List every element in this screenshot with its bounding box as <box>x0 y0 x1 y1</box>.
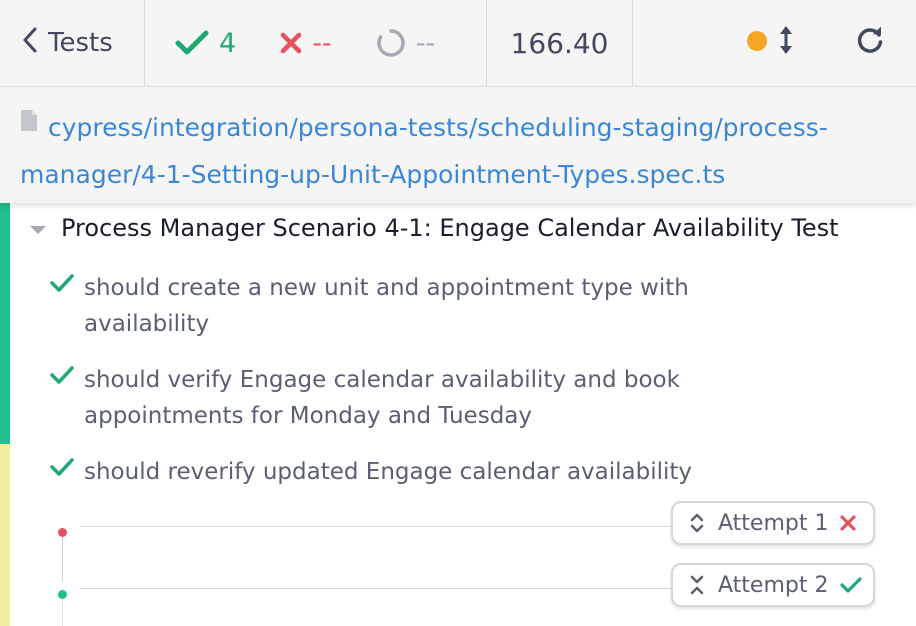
timeline-dot-passed <box>58 590 67 599</box>
attempt-label: Attempt 2 <box>718 572 829 598</box>
timeline-line <box>80 588 672 589</box>
timeline-line <box>80 526 672 527</box>
failed-count: -- <box>312 27 332 59</box>
reload-icon[interactable] <box>855 25 885 59</box>
passed-count: 4 <box>219 27 237 59</box>
pending-stat: -- <box>376 27 436 59</box>
timeline-connector <box>62 598 63 626</box>
check-icon <box>175 30 209 56</box>
test-label: should reverify updated Engage calendar … <box>84 459 693 485</box>
x-icon <box>280 32 302 54</box>
stats-bar: 4 -- -- <box>145 0 487 86</box>
retry-status-bar <box>0 444 10 626</box>
reporter-header: Tests 4 -- -- 166.40 <box>0 0 916 87</box>
collapse-icon <box>690 574 704 596</box>
check-icon <box>840 577 863 593</box>
check-icon <box>50 274 74 296</box>
tests-nav: Tests <box>0 0 145 86</box>
failed-stat: -- <box>280 28 332 59</box>
back-label: Tests <box>48 28 113 58</box>
pending-count: -- <box>415 27 436 59</box>
caret-down-icon <box>30 225 46 234</box>
duration-value: 166.40 <box>510 26 609 60</box>
attempt-label: Attempt 1 <box>718 510 829 536</box>
expand-icon <box>690 512 704 534</box>
attempt-1-tag[interactable]: Attempt 1 <box>671 501 875 545</box>
check-icon <box>50 458 74 480</box>
passed-status-bar <box>0 203 10 444</box>
duration-cell: 166.40 <box>487 0 633 86</box>
expand-collapse-icon[interactable] <box>779 24 793 60</box>
running-indicator-dot <box>747 31 767 51</box>
suite-header[interactable]: Process Manager Scenario 4-1: Engage Cal… <box>30 214 839 242</box>
spec-file-link[interactable]: cypress/integration/persona-tests/schedu… <box>20 104 900 198</box>
x-icon <box>840 515 857 531</box>
test-label: should create a new unit and appointment… <box>84 275 689 337</box>
timeline-connector <box>62 536 63 582</box>
check-icon <box>50 366 74 388</box>
controls <box>633 0 916 86</box>
spinner-icon <box>376 28 406 58</box>
timeline-dot-failed <box>58 528 67 537</box>
passed-stat: 4 <box>175 28 236 59</box>
suite-title: Process Manager Scenario 4-1: Engage Cal… <box>61 214 839 242</box>
test-label: should verify Engage calendar availabili… <box>84 367 680 429</box>
attempt-2-tag[interactable]: Attempt 2 <box>671 563 875 607</box>
chevron-left-icon <box>22 27 38 59</box>
back-to-tests-button[interactable]: Tests <box>22 27 113 59</box>
